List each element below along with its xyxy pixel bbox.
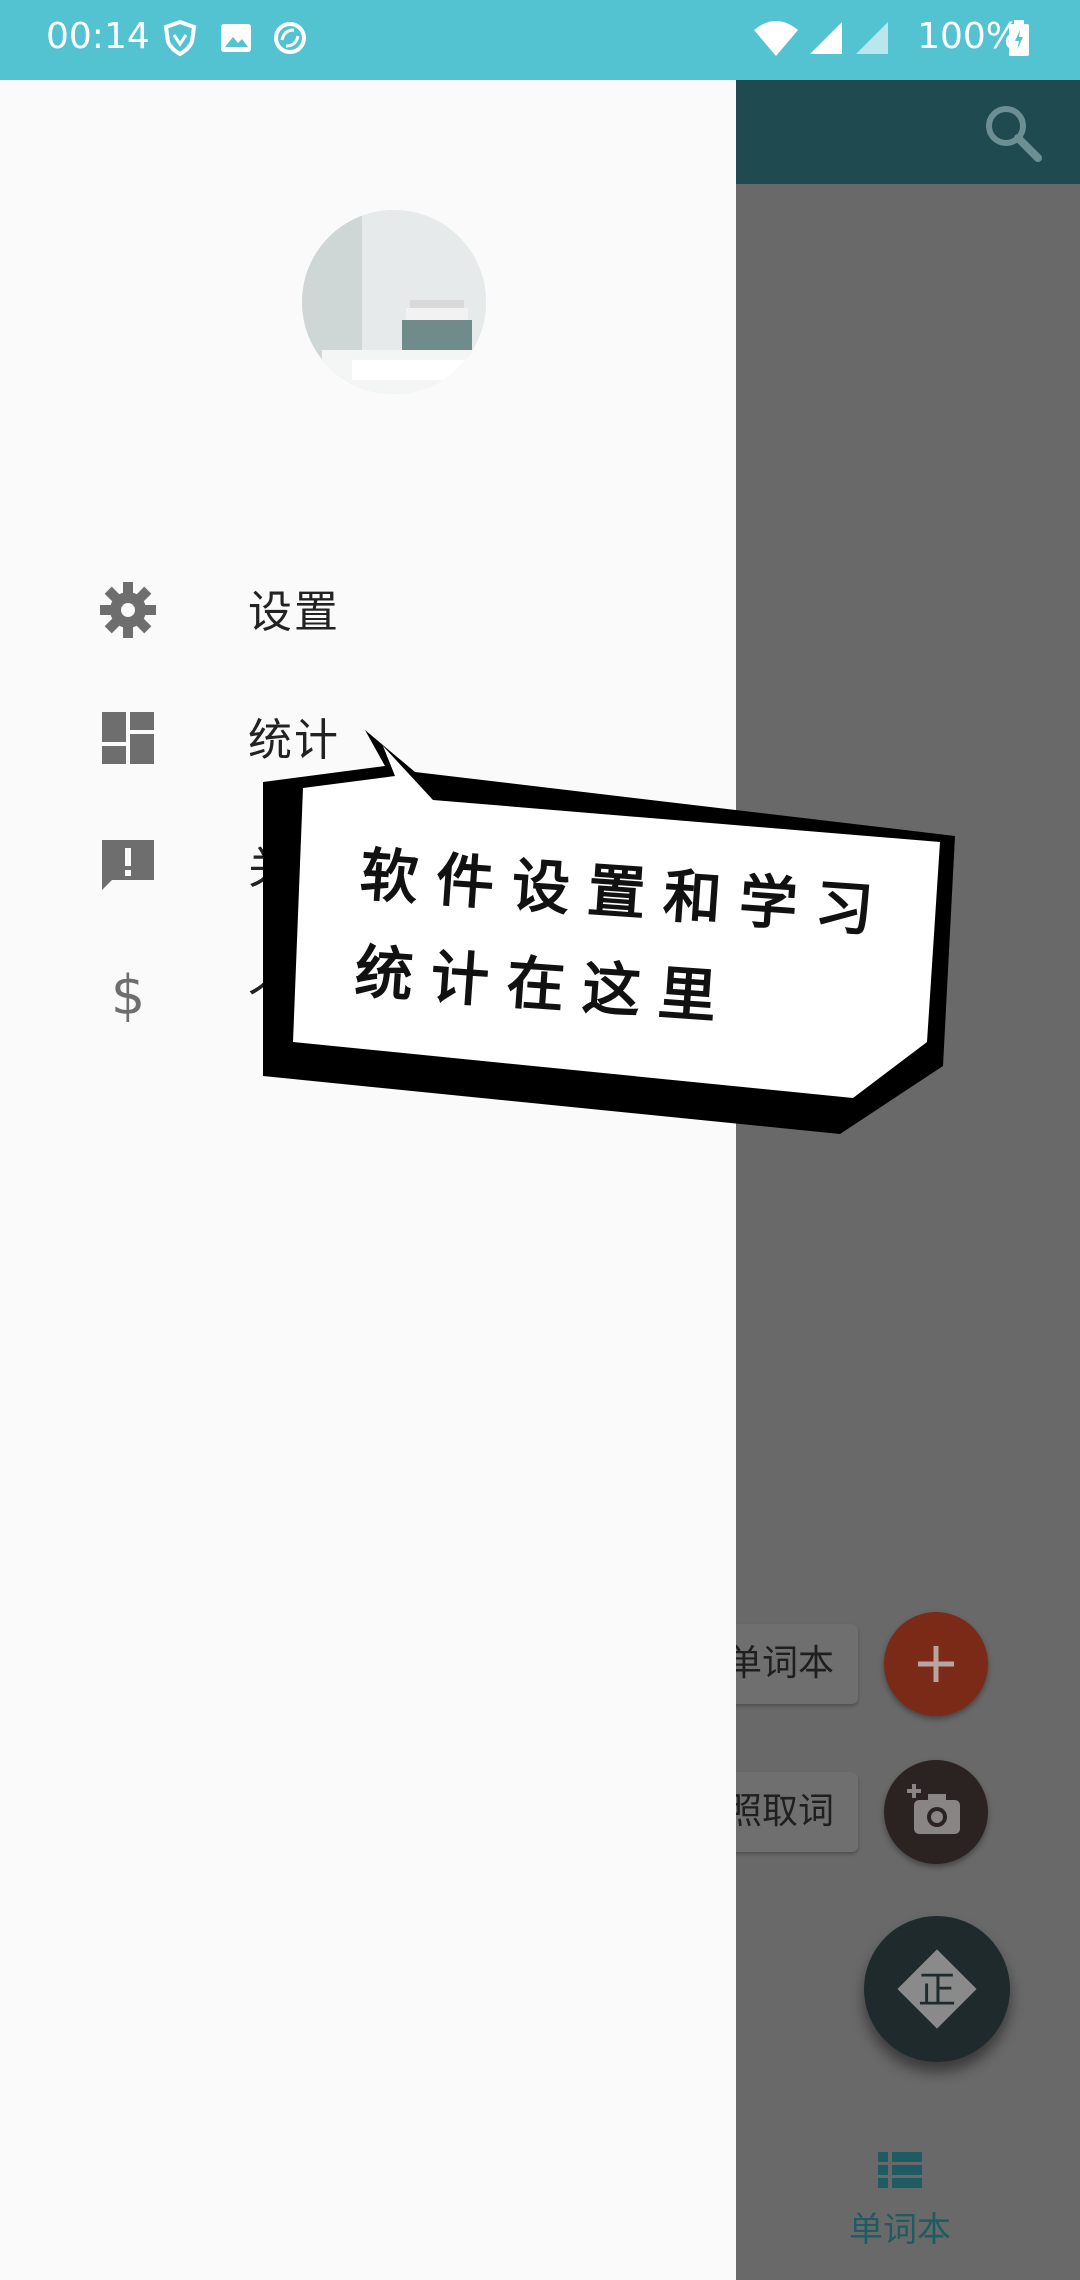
signal-icon-2 (856, 22, 888, 54)
add-notebook-button[interactable] (884, 1612, 988, 1716)
list-icon (878, 2152, 922, 2188)
shield-icon (163, 19, 197, 57)
search-icon[interactable] (980, 100, 1044, 164)
avatar-photo (302, 210, 486, 394)
image-icon (221, 24, 251, 52)
dollar-icon: $ (111, 964, 145, 1026)
status-time: 00:14 (46, 16, 150, 57)
battery-percent: 100% (917, 16, 1020, 57)
diamond-logo-icon: 正 (897, 1949, 977, 2029)
svg-text:$: $ (111, 964, 145, 1026)
bottom-tab-label: 单词本 (849, 2210, 951, 2250)
feedback-icon (102, 840, 154, 890)
wifi-icon (754, 21, 798, 56)
photo-lookup-button[interactable] (884, 1760, 988, 1864)
add-camera-icon (907, 1784, 960, 1834)
battery-icon (1009, 20, 1029, 56)
status-bar: 00:14 100% (0, 0, 1080, 80)
menu-label-settings: 设置 (248, 587, 340, 638)
dashboard-icon (102, 712, 154, 764)
sync-icon (274, 22, 306, 54)
menu-item-settings[interactable]: 设置 (0, 542, 736, 670)
navigation-drawer: 设置 统计 关 $ 个 (0, 80, 736, 2280)
main-fab[interactable]: 正 (864, 1916, 1010, 2062)
gear-icon (100, 582, 156, 638)
fab-glyph: 正 (918, 1968, 956, 2012)
bottom-tab-notebook[interactable]: 单词本 (820, 2150, 980, 2270)
avatar[interactable] (302, 210, 486, 394)
plus-icon (918, 1646, 954, 1682)
signal-icon (810, 22, 842, 54)
